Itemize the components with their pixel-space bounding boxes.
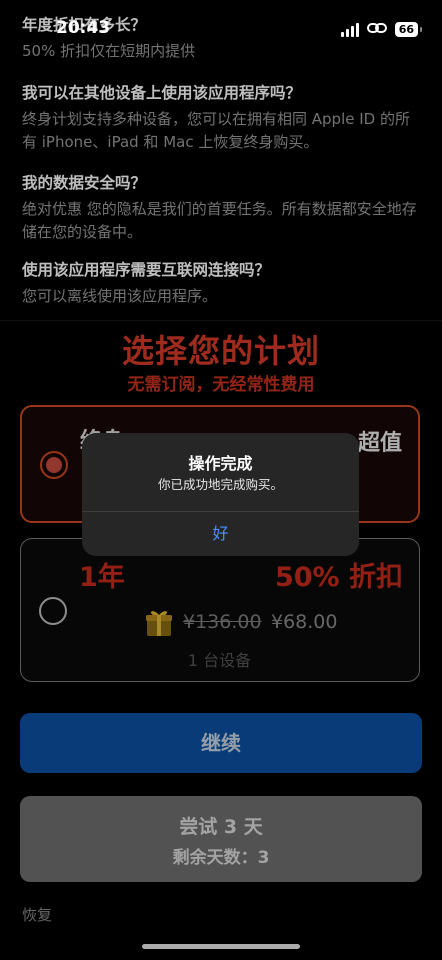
cellular-signal-icon [340, 22, 359, 37]
alert-message: 你已成功地完成购买。 [157, 477, 283, 492]
status-icons: 66 [340, 20, 423, 39]
alert-title: 操作完成 [188, 454, 253, 473]
alert-ok-button[interactable]: 好 [82, 512, 359, 556]
purchase-alert: 操作完成 你已成功地完成购买。 好 [82, 433, 359, 556]
link-icon [366, 20, 387, 39]
status-time: 20:43 [56, 18, 111, 38]
battery-icon: 66 [394, 22, 423, 37]
